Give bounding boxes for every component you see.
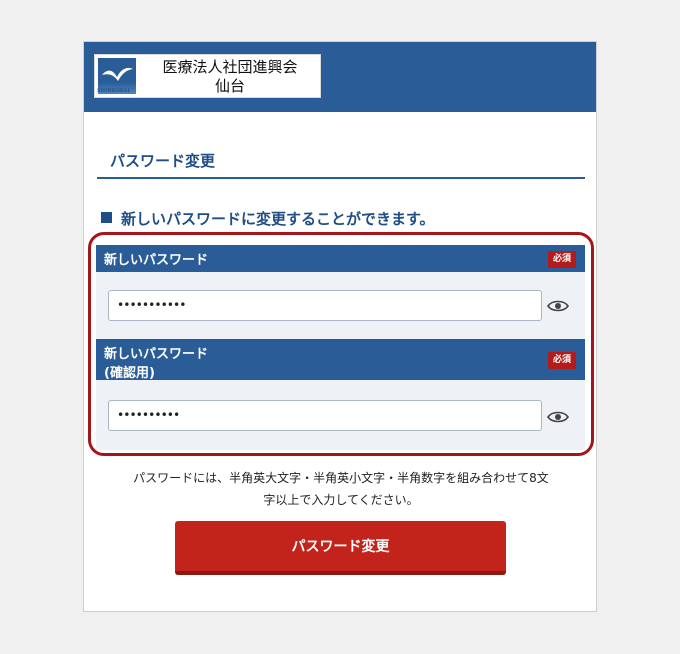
notice-label: 新しいパスワードに変更することができます。 — [121, 210, 435, 228]
eye-icon[interactable] — [547, 299, 569, 313]
confirm-password-label-text: 新しいパスワード — [104, 347, 209, 362]
square-bullet-icon — [101, 212, 112, 223]
new-password-label: 新しいパスワード — [104, 251, 208, 270]
required-badge: 必須 — [547, 251, 576, 268]
new-password-header: 新しいパスワード 必須 — [96, 245, 585, 272]
confirm-password-label: 新しいパスワード (確認用) — [104, 345, 208, 383]
phone-screen: SHINKOKAI 医療法人社団進興会 仙台 パスワード変更 新しいパスワードに… — [83, 41, 597, 612]
required-badge: 必須 — [547, 352, 576, 369]
password-hint-line2: 字以上で入力してください。 — [263, 493, 419, 507]
logo[interactable]: SHINKOKAI 医療法人社団進興会 仙台 — [94, 54, 321, 98]
confirm-password-input[interactable]: •••••••••• — [108, 400, 542, 431]
confirm-password-header: 新しいパスワード (確認用) 必須 — [96, 339, 585, 383]
password-hint-line1: パスワードには、半角英大文字・半角英小文字・半角数字を組み合わせて8文 — [133, 471, 549, 485]
password-form: 新しいパスワード 必須 ••••••••••• 新しいパスワード (確認用) 必… — [96, 245, 585, 450]
title-divider — [97, 177, 585, 179]
eye-icon[interactable] — [547, 410, 569, 424]
organization-name: 医療法人社団進興会 仙台 — [145, 58, 315, 96]
confirm-password-label-suffix: (確認用) — [104, 366, 155, 381]
organization-name-line1: 医療法人社団進興会 — [162, 58, 298, 76]
new-password-input[interactable]: ••••••••••• — [108, 290, 542, 321]
logo-subtext: SHINKOKAI — [97, 88, 130, 94]
new-password-label-text: 新しいパスワード — [104, 253, 209, 268]
notice-text: 新しいパスワードに変更することができます。 — [101, 208, 435, 229]
app-header: SHINKOKAI 医療法人社団進興会 仙台 — [84, 42, 596, 112]
password-hint: パスワードには、半角英大文字・半角英小文字・半角数字を組み合わせて8文 字以上で… — [96, 467, 586, 511]
change-password-button[interactable]: パスワード変更 — [175, 521, 506, 575]
page-title: パスワード変更 — [110, 152, 216, 170]
organization-name-line2: 仙台 — [214, 77, 245, 95]
